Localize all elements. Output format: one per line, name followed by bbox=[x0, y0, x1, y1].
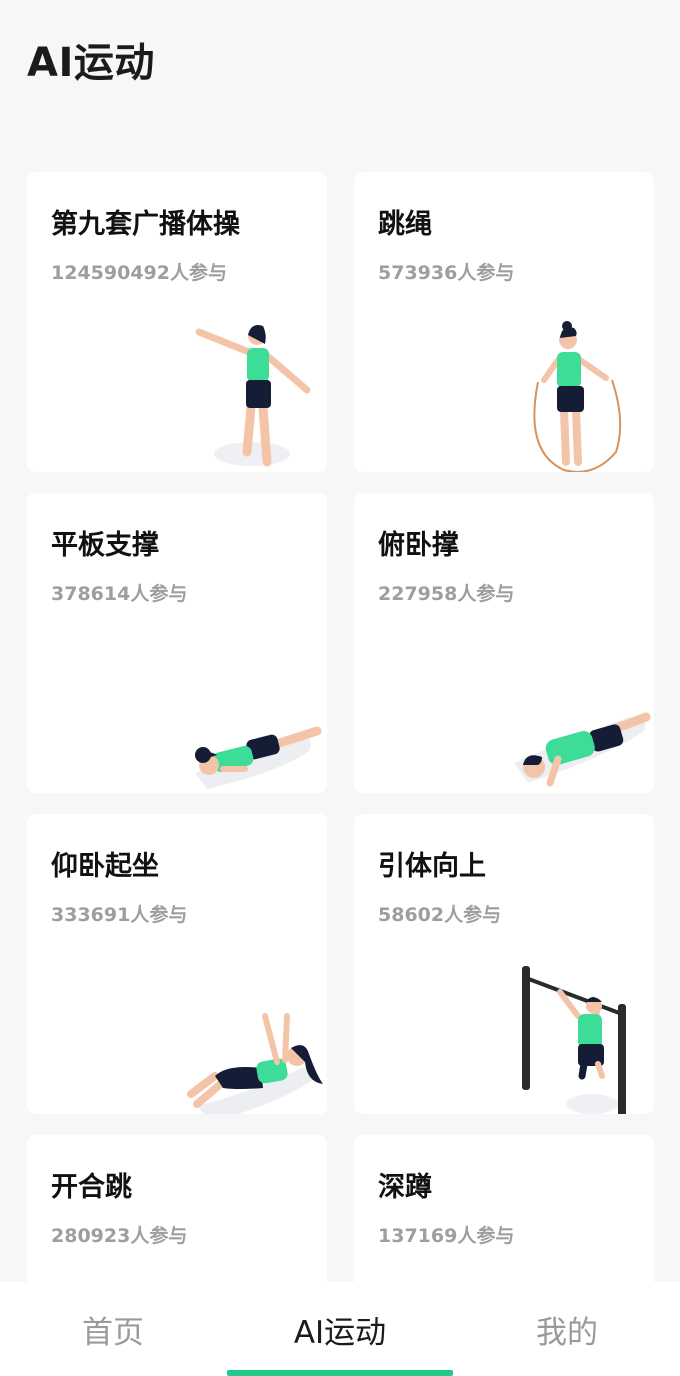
tab-home[interactable]: 首页 bbox=[0, 1282, 226, 1376]
exercise-card-broadcast-gymnastics[interactable]: 第九套广播体操 124590492人参与 bbox=[27, 172, 327, 472]
exercise-card-pull-up[interactable]: 引体向上 58602人参与 bbox=[354, 814, 654, 1114]
card-title: 第九套广播体操 bbox=[51, 209, 240, 240]
push-up-figure-illustration bbox=[514, 712, 651, 787]
card-title: 俯卧撑 bbox=[378, 530, 459, 561]
participant-count: 227958人参与 bbox=[378, 583, 515, 605]
sit-up-figure-illustration bbox=[187, 1013, 323, 1114]
participant-count: 280923人参与 bbox=[51, 1225, 188, 1247]
participant-count: 333691人参与 bbox=[51, 904, 188, 926]
pull-up-figure-illustration bbox=[522, 966, 626, 1114]
participant-count: 573936人参与 bbox=[378, 262, 515, 284]
exercise-card-push-up[interactable]: 俯卧撑 227958人参与 bbox=[354, 493, 654, 793]
participant-count: 58602人参与 bbox=[378, 904, 502, 926]
card-title: 跳绳 bbox=[378, 209, 432, 240]
bottom-tab-bar: 首页 AI运动 我的 bbox=[0, 1282, 680, 1376]
card-title: 引体向上 bbox=[378, 851, 486, 882]
participant-count: 124590492人参与 bbox=[51, 262, 227, 284]
card-title: 仰卧起坐 bbox=[51, 851, 159, 882]
tab-mine[interactable]: 我的 bbox=[454, 1282, 680, 1376]
exercise-card-sit-up[interactable]: 仰卧起坐 333691人参与 bbox=[27, 814, 327, 1114]
exercise-card-jump-rope[interactable]: 跳绳 573936人参与 bbox=[354, 172, 654, 472]
card-title: 平板支撑 bbox=[51, 530, 159, 561]
active-tab-indicator bbox=[227, 1370, 453, 1376]
standing-arms-out-figure-illustration bbox=[195, 325, 311, 467]
plank-figure-illustration bbox=[195, 726, 322, 789]
jump-rope-figure-illustration bbox=[533, 321, 622, 472]
participant-count: 378614人参与 bbox=[51, 583, 188, 605]
exercise-card-plank[interactable]: 平板支撑 378614人参与 bbox=[27, 493, 327, 793]
card-title: 开合跳 bbox=[51, 1172, 132, 1203]
participant-count: 137169人参与 bbox=[378, 1225, 515, 1247]
exercise-grid: 第九套广播体操 124590492人参与 跳绳 573936人参与 平板支撑 3… bbox=[0, 0, 680, 1376]
tab-ai-sports[interactable]: AI运动 bbox=[227, 1282, 453, 1376]
card-title: 深蹲 bbox=[378, 1172, 432, 1203]
